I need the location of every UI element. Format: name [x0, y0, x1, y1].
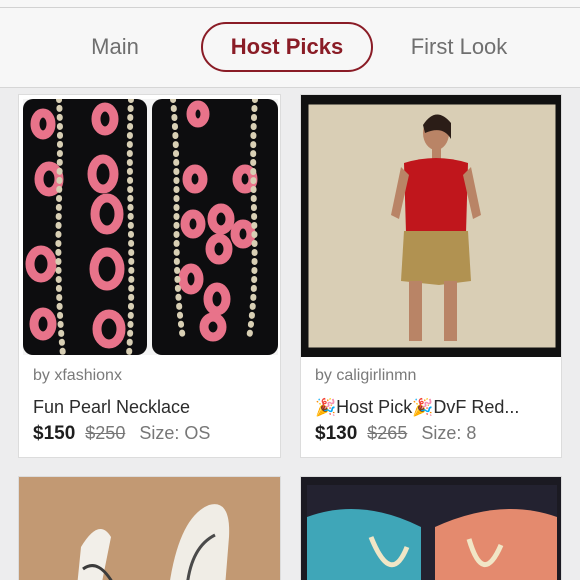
tab-host-picks[interactable]: Host Picks	[201, 22, 373, 72]
listing-price: $130	[315, 423, 358, 444]
listing-image[interactable]	[301, 95, 561, 357]
original-price: $250	[85, 423, 126, 443]
tab-bar: Main Host Picks First Look	[0, 0, 580, 88]
listing-title[interactable]: Fun Pearl Necklace	[33, 397, 269, 418]
size-label: Size: 8	[421, 423, 477, 443]
top-divider	[0, 7, 580, 8]
size-label: Size: OS	[139, 423, 211, 443]
model-photo	[305, 101, 559, 351]
listing-image[interactable]	[23, 99, 278, 355]
listing-title[interactable]: 🎉Host Pick🎉DvF Red...	[315, 397, 551, 418]
party-popper-icon: 🎉	[315, 398, 337, 418]
seller-name[interactable]: by xfashionx	[33, 367, 122, 385]
price-row: $150 $250 Size: OS	[33, 423, 210, 445]
tab-main[interactable]: Main	[60, 22, 170, 72]
flats-photo	[301, 477, 561, 580]
listing-title-text: DvF Red...	[433, 397, 520, 417]
seller-name[interactable]: by caligirlinmn	[315, 367, 416, 385]
listing-price: $150	[33, 423, 76, 444]
shoes-photo	[19, 477, 280, 580]
party-popper-icon: 🎉	[412, 398, 434, 418]
original-price: $265	[367, 423, 408, 443]
tab-first-look[interactable]: First Look	[390, 22, 528, 72]
price-row: $130 $265 Size: 8	[315, 423, 476, 445]
listing-card[interactable]	[300, 476, 562, 580]
listing-image[interactable]	[19, 477, 280, 580]
listing-image[interactable]	[301, 477, 561, 580]
listing-card[interactable]: by caligirlinmn 🎉Host Pick🎉DvF Red... $1…	[300, 94, 562, 458]
listing-card[interactable]	[18, 476, 281, 580]
host-pick-label: Host Pick	[336, 397, 413, 417]
listing-card[interactable]: by xfashionx Fun Pearl Necklace $150 $250…	[18, 94, 281, 458]
necklace-photo	[23, 99, 278, 355]
